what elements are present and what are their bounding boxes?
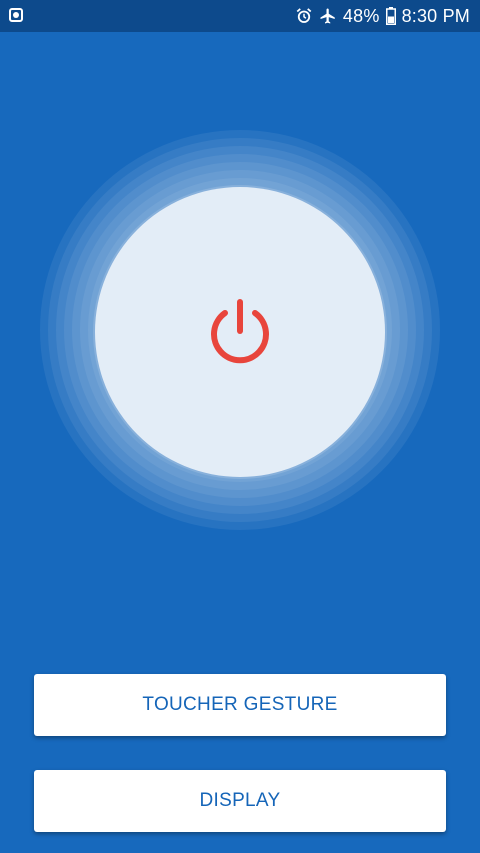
power-button[interactable] bbox=[95, 187, 385, 477]
power-icon bbox=[211, 299, 269, 364]
toucher-gesture-button[interactable]: TOUCHER GESTURE bbox=[34, 674, 446, 736]
alarm-icon bbox=[295, 7, 313, 25]
clock: 8:30 PM bbox=[401, 5, 470, 26]
status-bar: 48% 8:30 PM bbox=[0, 0, 480, 32]
battery-percent: 48% bbox=[342, 5, 380, 26]
status-indicators: 48% 8:30 PM bbox=[295, 0, 470, 32]
display-button[interactable]: DISPLAY bbox=[34, 770, 446, 832]
battery-icon bbox=[385, 7, 396, 25]
airplane-mode-icon bbox=[319, 7, 337, 25]
notification-icon bbox=[9, 8, 23, 22]
